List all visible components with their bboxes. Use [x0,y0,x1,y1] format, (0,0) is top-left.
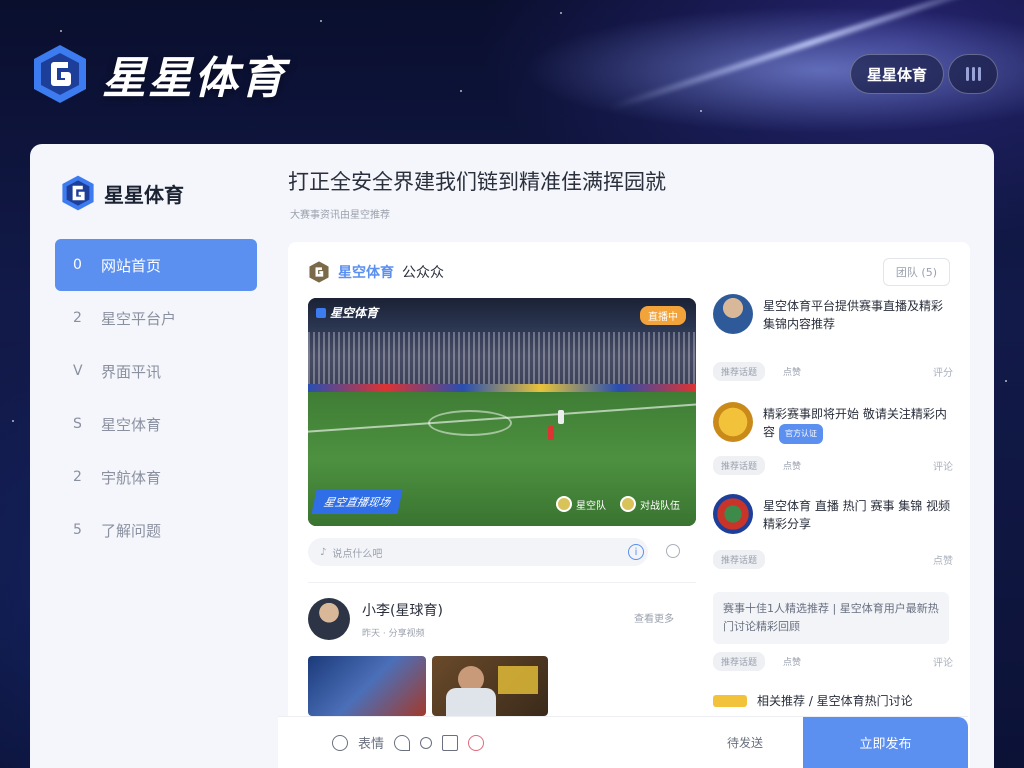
sidebar-item-astro[interactable]: 2 宇航体育 [55,451,257,503]
brand-pill-button[interactable]: 星星体育 [850,54,945,94]
topic-tag[interactable]: 推荐话题 [713,456,766,475]
hashtag-icon[interactable] [468,734,485,751]
info-icon[interactable]: i [628,544,644,560]
quoted-post[interactable]: 赛事十佳1人精选推荐 | 星空体育用户最新热门讨论精彩回顾 [713,592,949,644]
comment-link[interactable]: 评论 [933,654,953,669]
star [320,20,322,22]
add-icon[interactable] [420,736,433,749]
feed-item[interactable]: 相关推荐 / 星空体育热门讨论 [713,692,953,710]
main-card: 星星体育 0 网站首页 2 星空平台户 V 界面平讯 S 星空体育 2 宇航体育 5 了解问… [30,144,994,768]
avatar [713,494,753,534]
verified-badge: 官方认证 [779,424,824,444]
video-player[interactable]: 星空体育 直播中 星空直播现场 星空队 对战队伍 [308,298,696,526]
person-figure [446,688,496,716]
feed-item[interactable]: 精彩赛事即将开始 敬请关注精彩内容 官方认证 [713,402,953,444]
video-logo: 星空体育 [316,304,378,321]
topic-tag[interactable]: 推荐话题 [713,550,766,569]
logo-icon [62,175,94,211]
like-tag[interactable]: 点赞 [775,362,809,381]
ad-board [308,384,696,392]
page-subtitle: 大赛事资讯由星空推荐 [290,210,390,221]
sidebar-item-home[interactable]: 0 网站首页 [55,239,257,291]
topic-tag[interactable]: 推荐话题 [713,362,766,381]
post-meta: 昨天 · 分享视频 [362,628,425,639]
sidebar-item-faq[interactable]: 5 了解问题 [55,504,257,556]
topic-tag[interactable]: 推荐话题 [713,652,766,671]
rating-link[interactable]: 评分 [933,364,953,379]
page-title: 打正全安全界建我们链到精准佳满挥园就 [288,170,666,194]
player [548,426,554,440]
mic-icon: ♪ [320,546,327,558]
submit-button[interactable]: 立即发布 [803,716,968,768]
sidebar-item-interface[interactable]: V 界面平讯 [55,345,257,397]
feed-footer: 推荐话题 点赞 评论 [713,456,953,475]
composer-bar: 表情 待发送 立即发布 [278,716,968,768]
post-username: 小李(星球育) [362,602,443,619]
comment-input[interactable]: ♪ 说点什么吧 [308,538,648,566]
post-author[interactable]: 小李(星球育) 昨天 · 分享视频 [308,598,443,640]
top-logo[interactable]: 星星体育 [30,42,286,106]
star [460,90,462,92]
comment-link[interactable]: 评论 [933,458,953,473]
avatar [308,598,350,640]
account-brand: 星空体育 [338,265,394,281]
brand-title: 星星体育 [102,53,286,104]
post-image[interactable] [432,656,548,716]
video-tag[interactable]: 星空直播现场 [311,490,403,514]
team-badge-icon [620,496,636,512]
content-panel: 星空体育 公众众 团队 (5) 星空体育 直播中 星空直播现场 星空队 对战队伍… [288,242,970,768]
account-header[interactable]: 星空体育 公众众 [308,260,444,284]
team-badge-icon [556,496,572,512]
music-bars-icon[interactable] [948,54,999,94]
feed-footer: 推荐话题 点赞 评论 [713,652,953,671]
sidebar-item-sports[interactable]: S 星空体育 [55,398,257,450]
draft-status: 待发送 [726,736,763,750]
at-icon[interactable] [394,734,411,751]
account-suffix: 公众众 [402,265,444,281]
sidebar-item-platform[interactable]: 2 星空平台户 [55,292,257,344]
like-tag[interactable]: 点赞 [775,652,809,671]
radio-toggle[interactable] [666,544,680,558]
feed-item[interactable]: 星空体育 直播 热门 赛事 集锦 视频 精彩分享 [713,494,953,534]
team-button[interactable]: 团队 (5) [882,258,950,286]
divider [308,582,696,583]
like-link[interactable]: 点赞 [933,552,953,567]
star [1005,380,1007,382]
star [60,30,62,32]
avatar [713,402,753,442]
badge-icon [713,695,747,707]
star [12,420,14,422]
feed-footer: 推荐话题 点赞 [713,550,953,569]
logo-icon [316,307,326,318]
logo-icon [30,43,90,105]
image-icon[interactable] [442,734,459,751]
header-actions: 星星体育 [850,54,999,94]
star [700,110,702,112]
emoji-icon[interactable] [332,734,348,751]
emoji-label[interactable]: 表情 [358,733,384,752]
feed-footer: 推荐话题 点赞 评分 [713,362,953,381]
sidebar-logo[interactable]: 星星体育 [60,174,184,212]
post-image[interactable] [308,656,426,716]
sidebar-brand: 星星体育 [104,182,184,207]
team-b: 对战队伍 [620,496,680,512]
player [558,410,564,424]
feed-item[interactable]: 星空体育平台提供赛事直播及精彩集锦内容推荐 [713,294,953,334]
team-a: 星空队 [556,496,606,512]
sign-board [498,666,538,694]
live-badge: 直播中 [640,306,686,325]
post-more-link[interactable]: 查看更多 [634,610,674,625]
like-tag[interactable]: 点赞 [775,456,809,475]
avatar [713,294,753,334]
sidebar-nav: 0 网站首页 2 星空平台户 V 界面平讯 S 星空体育 2 宇航体育 5 了解问题 [55,239,257,557]
composer-tools: 表情 [278,733,727,752]
logo-icon [309,261,329,283]
star [560,12,562,14]
